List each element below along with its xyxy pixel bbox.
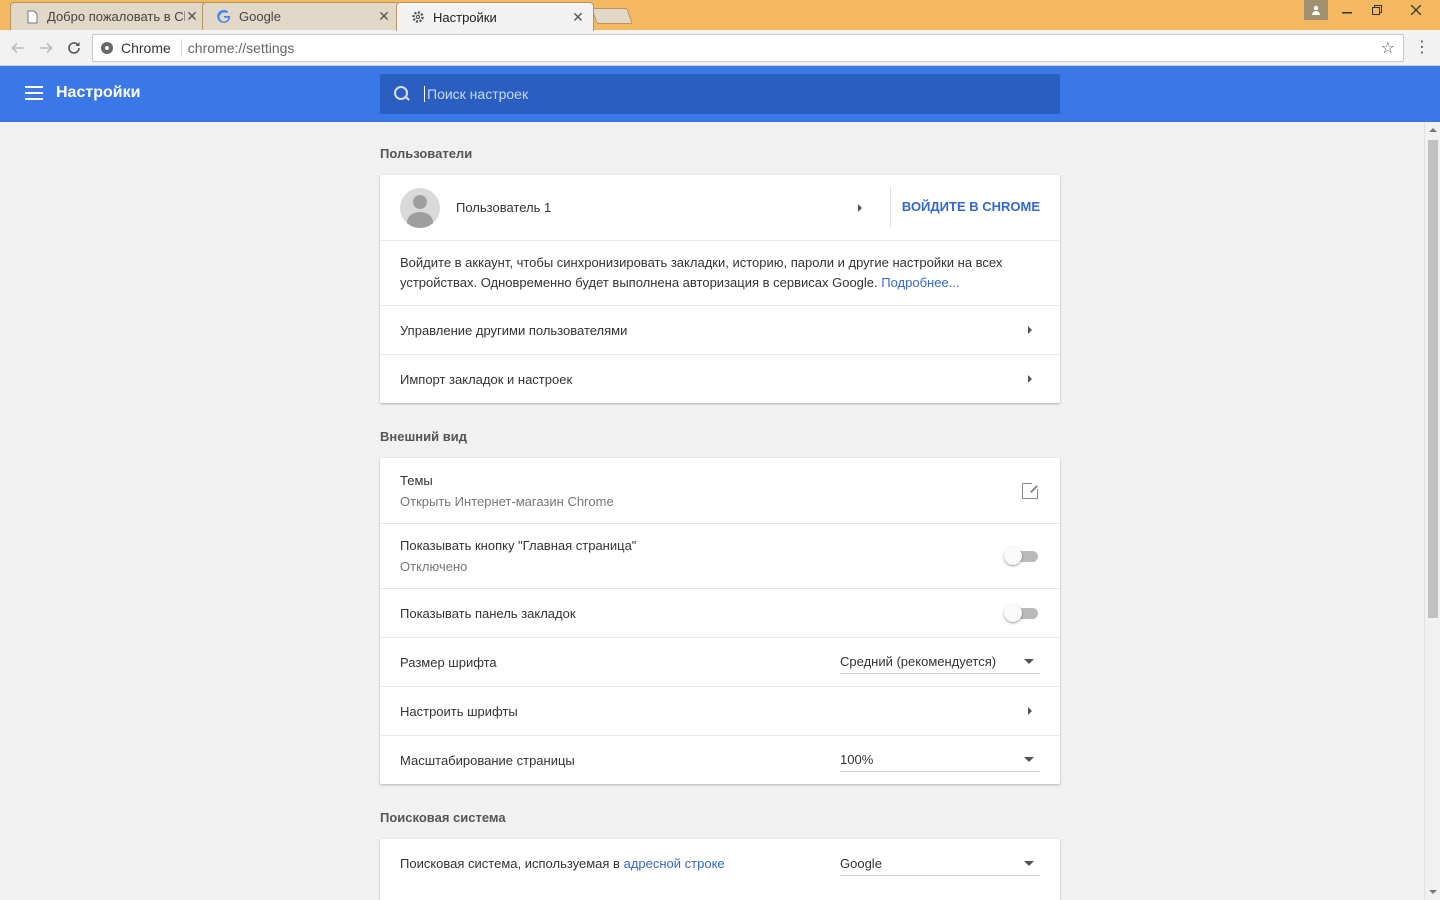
address-bar-link[interactable]: адресной строке [624, 856, 725, 871]
omnibox-chip-label: Chrome [121, 40, 171, 56]
tab-title: Добро пожаловать в Ch [47, 9, 185, 24]
font-size-value: Средний (рекомендуется) [840, 654, 997, 669]
import-row[interactable]: Импорт закладок и настроек [380, 354, 1060, 403]
divider [890, 187, 891, 227]
zoom-label: Масштабирование страницы [400, 752, 575, 768]
chrome-page-icon [101, 42, 113, 54]
section-title-appearance: Внешний вид [380, 429, 467, 444]
back-icon[interactable] [8, 38, 28, 58]
settings-header: Настройки [0, 66, 1440, 122]
font-size-label: Размер шрифта [400, 654, 497, 670]
google-icon [217, 9, 231, 23]
font-size-select[interactable]: Средний (рекомендуется) [840, 650, 1040, 674]
search-engine-select[interactable]: Google [840, 852, 1040, 876]
forward-icon[interactable] [36, 38, 56, 58]
close-icon[interactable]: ✕ [185, 8, 199, 25]
tab-welcome[interactable]: Добро пожаловать в Ch ✕ [10, 2, 208, 30]
search-engine-label-prefix: Поисковая система, используемая в [400, 856, 620, 871]
user-row[interactable]: Пользователь 1 ВОЙДИТЕ В CHROME [380, 175, 1060, 240]
scroll-up-icon[interactable] [1429, 128, 1437, 132]
chevron-down-icon [1024, 659, 1034, 664]
page-icon [27, 10, 38, 23]
tab-title: Настройки [433, 9, 497, 25]
section-title-search: Поисковая система [380, 810, 506, 825]
search-card: Поисковая система, используемая в адресн… [380, 839, 1060, 900]
tab-google[interactable]: Google ✕ [202, 2, 400, 30]
customize-fonts-row[interactable]: Настроить шрифты [380, 686, 1060, 735]
home-button-label: Показывать кнопку "Главная страница" [400, 538, 637, 553]
settings-search[interactable] [380, 74, 1060, 114]
window-controls [1304, 0, 1440, 20]
tab-settings[interactable]: Настройки ✕ [396, 2, 594, 31]
bookmarks-bar-label: Показывать панель закладок [400, 605, 576, 621]
scroll-down-icon[interactable] [1429, 890, 1437, 894]
tab-title: Google [239, 9, 281, 24]
settings-content: Пользователи Пользователь 1 ВОЙДИТЕ В CH… [0, 122, 1424, 900]
chevron-right-icon [858, 203, 862, 212]
chevron-right-icon [1028, 326, 1032, 334]
scroll-thumb[interactable] [1428, 140, 1438, 618]
external-link-icon[interactable] [1022, 480, 1040, 499]
manage-users-row[interactable]: Управление другими пользователями [380, 305, 1060, 354]
search-engine-row: Поисковая система, используемая в адресн… [380, 839, 1060, 888]
customize-fonts-label: Настроить шрифты [400, 703, 518, 719]
bookmarks-bar-row: Показывать панель закладок [380, 588, 1060, 637]
chevron-down-icon [1024, 860, 1034, 866]
appearance-card: Темы Открыть Интернет-магазин Chrome Пок… [380, 458, 1060, 784]
gear-icon [412, 11, 424, 23]
search-engine-label: Поисковая система, используемая в адресн… [400, 856, 725, 871]
minimize-icon[interactable] [1332, 0, 1362, 20]
zoom-value: 100% [840, 752, 874, 767]
zoom-row: Масштабирование страницы 100% [380, 735, 1060, 784]
themes-sub: Открыть Интернет-магазин Chrome [400, 493, 614, 509]
chrome-menu-icon[interactable]: ⋮ [1414, 38, 1430, 58]
search-icon [394, 86, 410, 102]
page-title: Настройки [56, 84, 141, 101]
menu-icon[interactable] [25, 86, 43, 100]
sign-in-button[interactable]: ВОЙДИТЕ В CHROME [902, 199, 1040, 214]
home-button-row: Показывать кнопку "Главная страница" Отк… [380, 523, 1060, 588]
bookmark-star-icon[interactable]: ☆ [1381, 38, 1395, 58]
users-card: Пользователь 1 ВОЙДИТЕ В CHROME Войдите … [380, 175, 1060, 403]
chevron-right-icon [1028, 707, 1032, 715]
search-input[interactable] [424, 86, 1024, 102]
sign-in-description: Войдите в аккаунт, чтобы синхронизироват… [380, 240, 1060, 305]
security-chip[interactable]: Chrome [93, 39, 182, 57]
themes-label: Темы [400, 472, 433, 488]
import-label: Импорт закладок и настроек [400, 371, 573, 387]
search-engine-value: Google [840, 855, 882, 871]
learn-more-link[interactable]: Подробнее... [881, 275, 959, 290]
restore-icon[interactable] [1362, 0, 1392, 20]
avatar [400, 187, 440, 228]
browser-toolbar: Chrome chrome://settings ☆ ⋮ [0, 30, 1440, 66]
chevron-right-icon [1028, 375, 1032, 383]
reload-icon[interactable] [64, 38, 84, 58]
home-button-sub: Отключено [400, 559, 468, 574]
title-bar: Добро пожаловать в Ch ✕ Google ✕ Настрой… [0, 0, 1440, 31]
close-icon[interactable]: ✕ [377, 8, 391, 25]
font-size-row: Размер шрифта Средний (рекомендуется) [380, 637, 1060, 686]
chevron-down-icon [1024, 757, 1034, 762]
new-tab-button[interactable] [591, 8, 633, 24]
zoom-select[interactable]: 100% [840, 748, 1040, 772]
omnibox-url[interactable]: chrome://settings [188, 40, 295, 56]
home-button-toggle[interactable] [1004, 547, 1038, 565]
section-title-users: Пользователи [380, 146, 473, 161]
close-icon[interactable]: ✕ [571, 9, 585, 26]
scrollbar[interactable] [1424, 122, 1440, 900]
bookmarks-bar-toggle[interactable] [1004, 604, 1038, 622]
manage-users-label: Управление другими пользователями [400, 322, 628, 338]
window-close-icon[interactable] [1392, 0, 1440, 20]
themes-row[interactable]: Темы Открыть Интернет-магазин Chrome [380, 458, 1060, 523]
profile-icon[interactable] [1304, 0, 1328, 20]
address-bar[interactable]: Chrome chrome://settings ☆ [92, 34, 1404, 62]
